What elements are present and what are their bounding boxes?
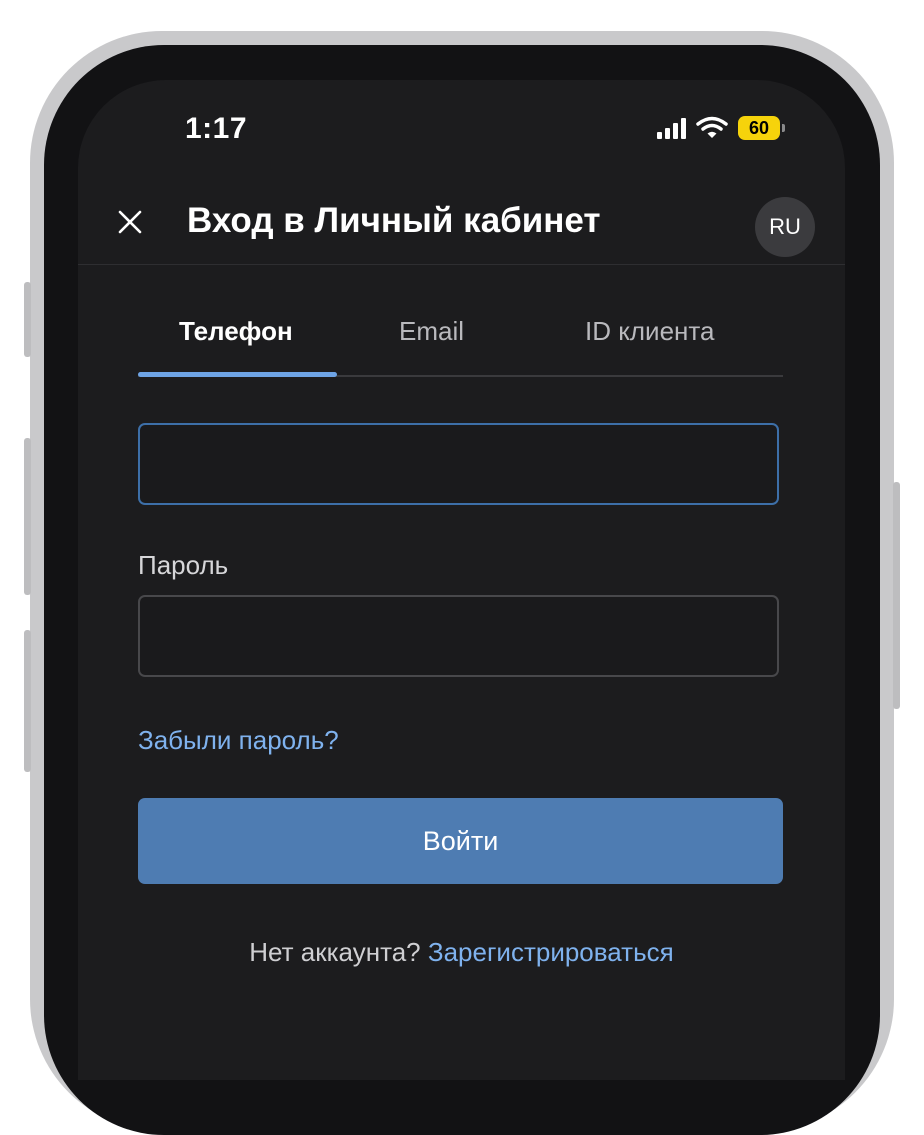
side-button — [24, 282, 31, 357]
status-time: 1:17 — [185, 112, 248, 145]
forgot-password-link[interactable]: Забыли пароль? — [138, 725, 339, 756]
register-row: Нет аккаунта? Зарегистрироваться — [78, 937, 845, 968]
password-label: Пароль — [138, 550, 229, 580]
page-title: Вход в Личный кабинет — [187, 201, 601, 240]
language-button[interactable]: RU — [755, 197, 815, 257]
battery-icon: 60 — [738, 116, 785, 140]
login-tabs: Телефон Email ID клиента — [138, 305, 783, 377]
tab-email[interactable]: Email — [399, 316, 464, 347]
close-icon[interactable] — [114, 206, 146, 238]
active-tab-indicator — [138, 372, 337, 377]
battery-level: 60 — [738, 116, 780, 140]
password-input[interactable] — [138, 595, 779, 677]
tab-client-id[interactable]: ID клиента — [585, 316, 714, 347]
tab-phone[interactable]: Телефон — [179, 316, 293, 347]
phone-input[interactable] — [138, 423, 779, 505]
wifi-icon — [696, 116, 728, 138]
signal-icon — [657, 117, 686, 139]
register-link[interactable]: Зарегистрироваться — [428, 937, 674, 967]
no-account-text: Нет аккаунта? — [249, 937, 421, 967]
status-icons: 60 — [657, 116, 785, 140]
login-screen: 1:17 60 Вход в Личный кабинет RU Телефон… — [78, 80, 845, 1080]
login-button[interactable]: Войти — [138, 798, 783, 884]
side-button — [24, 438, 31, 595]
side-button — [24, 630, 31, 772]
side-button — [893, 482, 900, 709]
